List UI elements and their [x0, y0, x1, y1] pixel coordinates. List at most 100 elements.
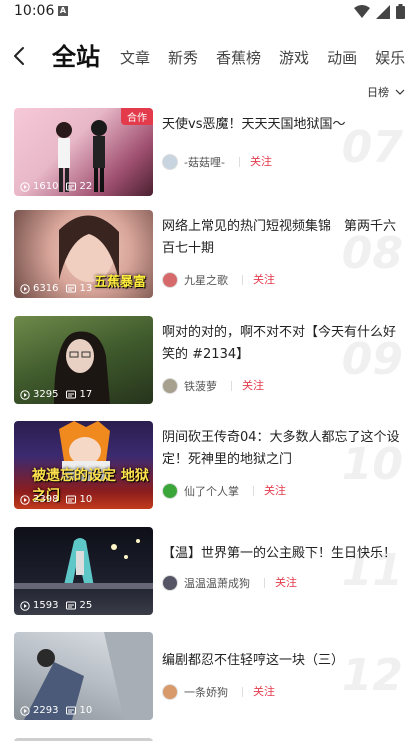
avatar[interactable] — [162, 575, 178, 591]
thumbnail-stats: 3295 17 — [20, 389, 92, 400]
thumbnail-stats: 1610 22 — [20, 181, 92, 192]
wifi-icon — [354, 4, 370, 18]
play-icon — [20, 494, 30, 505]
back-button[interactable] — [8, 44, 32, 68]
video-title[interactable]: 网络上常见的热门短视频集锦 第两千六百七十期 — [162, 216, 402, 260]
play-count-value: 1610 — [33, 181, 59, 192]
play-count: 2398 — [20, 494, 58, 505]
video-title[interactable]: 编剧都忍不住轻哼这一块（三） — [162, 650, 402, 672]
thumbnail-stats: 2398 10 — [20, 494, 92, 505]
tab-label: 全站 — [52, 43, 100, 71]
status-time: 10:06 — [14, 3, 55, 19]
video-thumbnail[interactable]: 1593 25 — [14, 527, 153, 615]
signal-icon — [376, 4, 390, 19]
comment-count: 25 — [66, 600, 92, 611]
follow-button[interactable]: 关注 — [242, 686, 275, 697]
category-tabs: 全站 文章 新秀 香蕉榜 游戏 动画 娱乐 — [52, 30, 417, 82]
play-count: 1610 — [20, 181, 58, 192]
tab-animation[interactable]: 动画 — [327, 47, 357, 82]
comment-icon — [66, 495, 77, 503]
follow-button[interactable]: 关注 — [238, 156, 272, 167]
play-icon — [20, 389, 30, 400]
comment-icon — [66, 706, 77, 714]
author-row: 温温温萧成狗 关注 — [162, 575, 297, 591]
author-name[interactable]: 铁菠萝 — [184, 378, 217, 394]
comment-icon — [66, 182, 77, 190]
tab-games[interactable]: 游戏 — [279, 47, 309, 82]
comment-icon — [66, 601, 77, 609]
avatar[interactable] — [162, 154, 178, 170]
play-count-value: 2293 — [33, 705, 59, 716]
comment-count-value: 17 — [79, 389, 93, 400]
video-thumbnail[interactable]: 3295 17 — [14, 316, 153, 404]
video-title[interactable]: 阴间砍王传奇04：大多数人都忘了这个设定！死神里的地狱之门 — [162, 427, 402, 471]
play-icon — [20, 705, 30, 716]
play-count: 6316 — [20, 283, 58, 294]
top-nav: 全站 文章 新秀 香蕉榜 游戏 动画 娱乐 — [0, 30, 417, 82]
thumbnail-stats: 1593 25 — [20, 600, 92, 611]
tab-newcomers[interactable]: 新秀 — [168, 47, 198, 82]
video-title[interactable]: 啊对的对的，啊不对不对【今天有什么好笑的 #2134】 — [162, 322, 402, 366]
thumbnail-caption: 五蕉暴富 — [94, 275, 147, 290]
video-item[interactable]: 合作 1610 22 07 天使vs恶魔！天天天国地狱国～ -菇菇哩- 关注 — [0, 108, 417, 198]
video-thumbnail[interactable]: 五蕉暴富 6316 13 — [14, 210, 153, 298]
video-item[interactable]: 五蕉暴富 6316 13 08 网络上常见的热门短视频集锦 第两千六百七十期 九… — [0, 210, 417, 300]
notification-a-icon: A — [58, 6, 68, 16]
thumbnail-stats: 6316 13 — [20, 283, 92, 294]
avatar[interactable] — [162, 684, 178, 700]
avatar[interactable] — [162, 483, 178, 499]
video-thumbnail[interactable]: 合作 1610 22 — [14, 108, 153, 196]
system-icons — [354, 4, 405, 19]
video-item[interactable]: 1593 25 11 【温】世界第一的公主殿下！生日快乐！ 温温温萧成狗 关注 — [0, 527, 417, 617]
author-name[interactable]: 仙了个人掌 — [184, 483, 239, 499]
play-icon — [20, 283, 30, 294]
tab-articles[interactable]: 文章 — [120, 47, 150, 82]
comment-icon — [66, 390, 77, 398]
battery-icon — [396, 4, 405, 19]
video-item[interactable]: 3295 17 09 啊对的对的，啊不对不对【今天有什么好笑的 #2134】 铁… — [0, 316, 417, 406]
comment-count: 10 — [66, 494, 92, 505]
collab-tag: 合作 — [121, 108, 153, 125]
play-icon — [20, 181, 30, 192]
back-arrow-icon — [14, 47, 24, 65]
follow-button[interactable]: 关注 — [231, 380, 264, 391]
play-count: 1593 — [20, 600, 58, 611]
chevron-down-icon — [395, 89, 405, 95]
play-count-value: 2398 — [33, 494, 59, 505]
comment-count-value: 22 — [79, 181, 93, 192]
video-item[interactable]: 被遗忘的设定 地狱之门 2398 10 10 阴间砍王传奇04：大多数人都忘了这… — [0, 421, 417, 511]
rank-period-dropdown[interactable]: 日榜 — [367, 84, 405, 100]
author-row: -菇菇哩- 关注 — [162, 154, 272, 170]
comment-count-value: 10 — [79, 494, 93, 505]
comment-count: 13 — [66, 283, 92, 294]
play-count: 3295 — [20, 389, 58, 400]
author-name[interactable]: 九星之歌 — [184, 272, 228, 288]
video-title[interactable]: 【温】世界第一的公主殿下！生日快乐！ — [162, 543, 402, 565]
avatar[interactable] — [162, 272, 178, 288]
thumbnail-stats: 2293 10 — [20, 705, 92, 716]
rank-period-label: 日榜 — [367, 86, 389, 99]
comment-icon — [66, 284, 77, 292]
video-thumbnail[interactable]: 被遗忘的设定 地狱之门 2398 10 — [14, 421, 153, 509]
play-count-value: 6316 — [33, 283, 59, 294]
author-name[interactable]: -菇菇哩- — [184, 154, 225, 170]
comment-count: 22 — [66, 181, 92, 192]
author-row: 一条娇狗 关注 — [162, 684, 275, 700]
tab-all-site[interactable]: 全站 — [52, 37, 100, 82]
follow-button[interactable]: 关注 — [264, 577, 297, 588]
play-count-value: 3295 — [33, 389, 59, 400]
follow-button[interactable]: 关注 — [253, 485, 286, 496]
video-thumbnail[interactable]: 2293 10 — [14, 632, 153, 720]
play-count-value: 1593 — [33, 600, 59, 611]
author-name[interactable]: 一条娇狗 — [184, 684, 228, 700]
comment-count: 10 — [66, 705, 92, 716]
video-title[interactable]: 天使vs恶魔！天天天国地狱国～ — [162, 114, 402, 136]
status-bar: 10:06 A — [0, 0, 417, 24]
tab-banana-chart[interactable]: 香蕉榜 — [216, 47, 261, 82]
play-icon — [20, 600, 30, 611]
video-item[interactable]: 2293 10 12 编剧都忍不住轻哼这一块（三） 一条娇狗 关注 — [0, 632, 417, 722]
tab-entertainment[interactable]: 娱乐 — [375, 47, 405, 82]
avatar[interactable] — [162, 378, 178, 394]
follow-button[interactable]: 关注 — [242, 274, 275, 285]
author-name[interactable]: 温温温萧成狗 — [184, 575, 250, 591]
